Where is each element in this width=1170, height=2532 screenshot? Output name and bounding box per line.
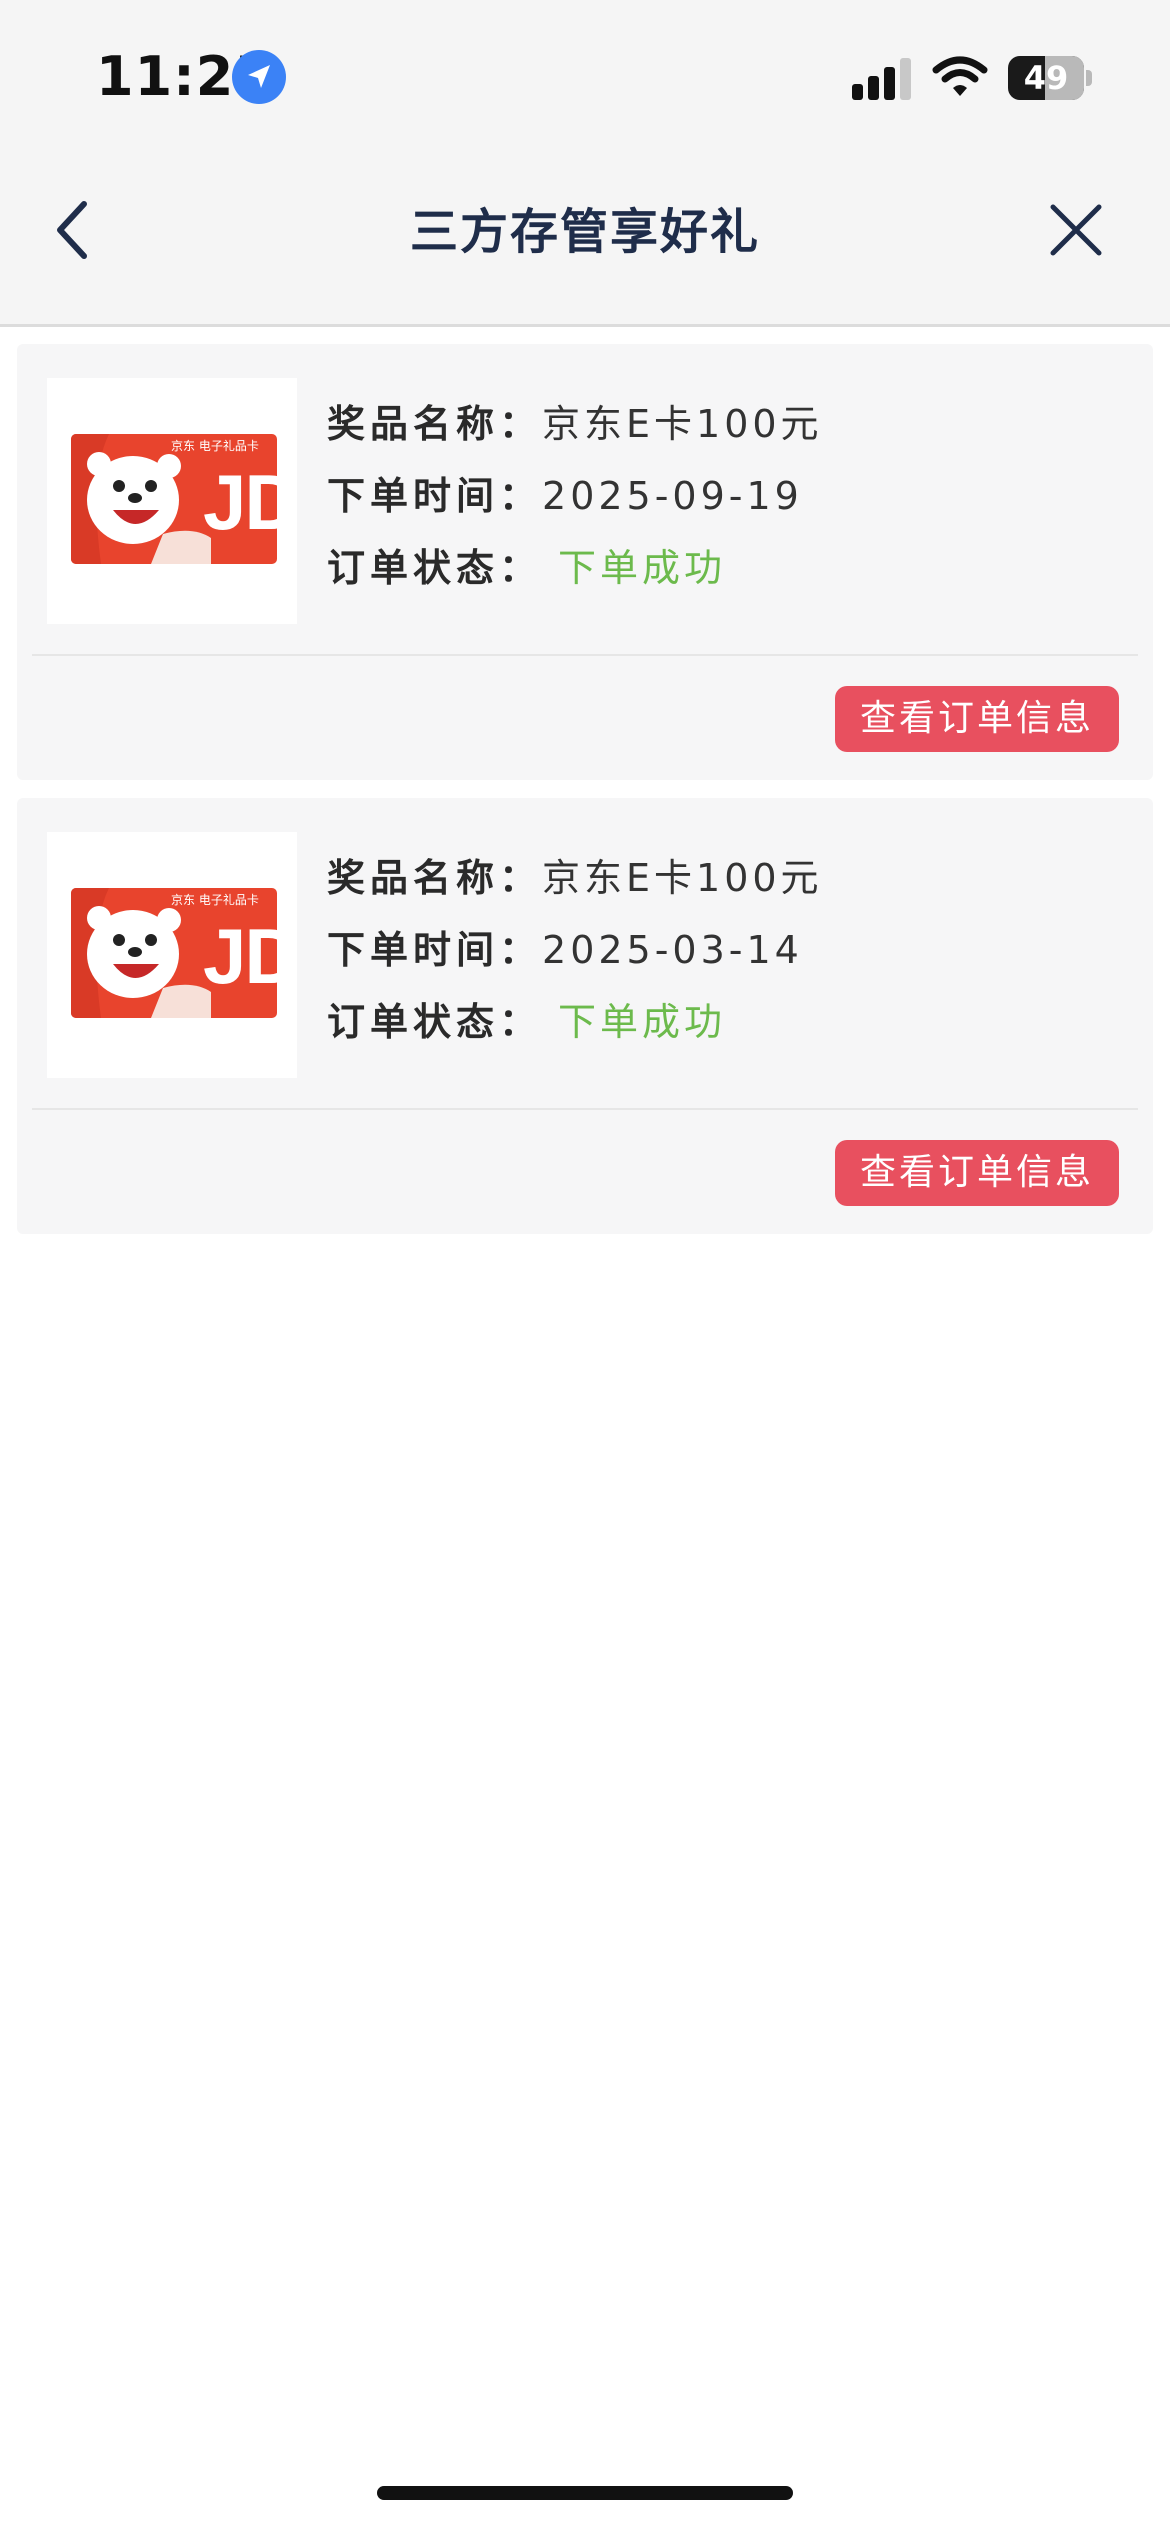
order-card: 京东 电子礼品卡 JD 奖品名称：京东E卡100元 下单时间：2025-03-1… (17, 798, 1153, 1234)
order-status-label: 订单状态： (327, 1000, 543, 1044)
cellular-signal-icon (852, 58, 914, 100)
view-order-info-button[interactable]: 查看订单信息 (835, 686, 1119, 752)
battery-cap (1086, 70, 1092, 86)
home-indicator (377, 2486, 793, 2500)
close-icon (1050, 204, 1102, 256)
order-status-row: 订单状态： 下单成功 (327, 532, 1127, 604)
order-time-value: 2025-03-14 (542, 928, 803, 972)
prize-name-label: 奖品名称： (327, 402, 543, 446)
page-title: 三方存管享好礼 (409, 204, 760, 260)
order-info: 奖品名称：京东E卡100元 下单时间：2025-09-19 订单状态： 下单成功 (327, 388, 1127, 604)
location-arrow-icon (232, 50, 286, 104)
jd-logo-text: JD (203, 458, 277, 546)
jd-brand-line: 京东 电子礼品卡 (171, 893, 259, 907)
order-time-value: 2025-09-19 (542, 474, 803, 518)
jd-logo-text: JD (203, 912, 277, 1000)
order-status-value: 下单成功 (558, 1000, 727, 1044)
prize-name-label: 奖品名称： (327, 856, 543, 900)
card-divider (32, 654, 1138, 656)
order-time-row: 下单时间：2025-09-19 (327, 460, 1127, 532)
battery-level: 49 (1023, 59, 1069, 97)
jd-brand-line: 京东 电子礼品卡 (171, 439, 259, 453)
chevron-left-icon (57, 201, 87, 259)
battery-icon: 49 (1008, 56, 1092, 100)
order-card: 京东 电子礼品卡 JD 奖品名称：京东E卡100元 下单时间：2025-09-1… (17, 344, 1153, 780)
jd-gift-card-image: 京东 电子礼品卡 JD (71, 888, 277, 1018)
nav-bar: 三方存管享好礼 (0, 150, 1170, 327)
jd-gift-card-thumbnail: 京东 电子礼品卡 JD (47, 832, 297, 1078)
prize-name-row: 奖品名称：京东E卡100元 (327, 388, 1127, 460)
order-status-label: 订单状态： (327, 546, 543, 590)
order-info: 奖品名称：京东E卡100元 下单时间：2025-03-14 订单状态： 下单成功 (327, 842, 1127, 1058)
battery-body: 49 (1008, 56, 1084, 100)
prize-name-row: 奖品名称：京东E卡100元 (327, 842, 1127, 914)
order-status-value: 下单成功 (558, 546, 727, 590)
order-time-label: 下单时间： (327, 474, 543, 518)
order-time-row: 下单时间：2025-03-14 (327, 914, 1127, 986)
wifi-icon (932, 56, 988, 98)
order-time-label: 下单时间： (327, 928, 543, 972)
view-order-info-button[interactable]: 查看订单信息 (835, 1140, 1119, 1206)
jd-gift-card-thumbnail: 京东 电子礼品卡 JD (47, 378, 297, 624)
prize-name-value: 京东E卡100元 (542, 402, 823, 446)
card-divider (32, 1108, 1138, 1110)
prize-name-value: 京东E卡100元 (542, 856, 823, 900)
status-bar: 11:25 49 (0, 0, 1170, 150)
order-status-row: 订单状态： 下单成功 (327, 986, 1127, 1058)
jd-gift-card-image: 京东 电子礼品卡 JD (71, 434, 277, 564)
close-button[interactable] (1036, 190, 1116, 270)
back-button[interactable] (40, 190, 120, 270)
